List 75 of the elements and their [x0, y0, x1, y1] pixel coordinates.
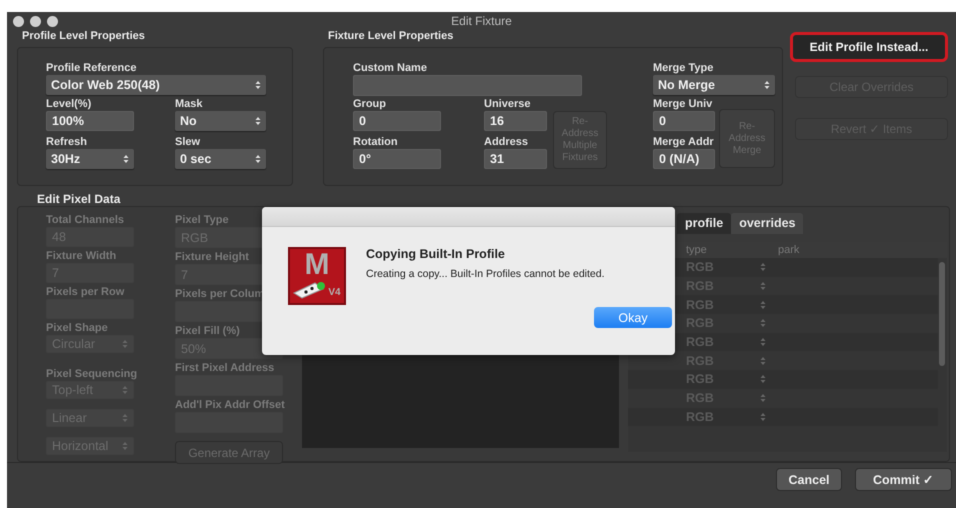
scrollbar-thumb[interactable] — [939, 262, 945, 366]
window-title: Edit Fixture — [451, 14, 512, 28]
input-field[interactable]: 100% — [46, 111, 134, 131]
dropdown[interactable]: No Merge — [653, 75, 775, 95]
field-label: Pixel Shape — [46, 321, 109, 335]
field-label: Profile Reference — [46, 61, 138, 75]
stepper-icon — [255, 154, 261, 164]
stepper-icon — [760, 393, 766, 404]
column-header: type — [686, 244, 708, 256]
stepper-icon — [760, 262, 766, 272]
input-field[interactable]: 0 — [653, 111, 715, 131]
field-label: Merge Type — [653, 61, 714, 75]
input-field[interactable]: 0 (N/A) — [653, 149, 715, 169]
field-label: Total Channels — [46, 213, 126, 227]
field-label: Mask — [175, 97, 204, 111]
stepper-icon — [760, 374, 766, 384]
tab[interactable]: profile — [677, 213, 732, 234]
stepper-icon — [123, 154, 129, 164]
window-control[interactable] — [47, 16, 58, 26]
column-header: park — [778, 244, 800, 256]
dropdown[interactable]: Color Web 250(48) — [46, 75, 266, 95]
stepper-icon — [760, 281, 766, 292]
field-label: Merge Univ — [653, 97, 714, 111]
group-heading: Profile Level Properties — [21, 30, 146, 43]
group-heading: Edit Pixel Data — [36, 193, 122, 206]
stepper-icon — [760, 318, 766, 328]
dropdown[interactable]: No — [175, 111, 266, 131]
field-label: Add'l Pix Addr Offset — [175, 398, 283, 412]
stepper-icon — [760, 337, 766, 348]
stepper-icon — [760, 356, 766, 366]
field-label: Fixture Width — [46, 249, 118, 263]
dialog-message: Creating a copy... Built-In Profiles cannot be edited. — [366, 268, 605, 280]
stepper-icon — [255, 80, 261, 90]
stepper-icon — [760, 412, 766, 422]
input-field[interactable]: 16 — [484, 111, 547, 131]
field-label: Pixels per Row — [46, 285, 126, 299]
tab[interactable]: overrides — [731, 213, 804, 234]
input-field[interactable] — [353, 75, 582, 96]
input-field[interactable]: 31 — [484, 149, 547, 169]
field-label: Rotation — [353, 135, 399, 149]
field-label: Level(%) — [46, 97, 92, 111]
stepper-icon — [122, 339, 128, 349]
field-label: Merge Addr — [653, 135, 715, 149]
field-label: Fixture Height — [175, 250, 250, 264]
field-label: Pixel Type — [175, 213, 230, 227]
input-field[interactable]: 0° — [353, 149, 441, 169]
field-label: Address — [484, 135, 530, 149]
window-control[interactable] — [30, 16, 41, 26]
field-label: Universe — [484, 97, 532, 111]
field-label: First Pixel Address — [175, 361, 276, 375]
dropdown[interactable]: 0 sec — [175, 149, 266, 169]
input-field[interactable]: 0 — [353, 111, 441, 131]
group-heading: Fixture Level Properties — [327, 30, 454, 43]
field-label: Custom Name — [353, 61, 428, 75]
dialog-title: Copying Built-In Profile — [366, 247, 505, 261]
okay-button[interactable]: Okay — [594, 307, 672, 328]
stepper-icon — [764, 80, 770, 90]
logo-label: V4 — [328, 287, 341, 299]
side-button[interactable]: Edit Profile Instead... — [790, 32, 948, 62]
window-control[interactable] — [13, 16, 24, 26]
stepper-icon — [122, 441, 128, 451]
stepper-icon — [760, 300, 766, 310]
field-label: Pixel Fill (%) — [175, 324, 241, 338]
field-label: Pixel Sequencing — [46, 367, 134, 381]
stepper-icon — [122, 413, 128, 423]
dropdown[interactable]: 30Hz — [46, 149, 134, 169]
field-label: Slew — [175, 135, 202, 149]
logo-letter: M — [304, 249, 330, 281]
stepper-icon — [255, 116, 261, 126]
stepper-icon — [122, 385, 128, 395]
domino-icon — [293, 281, 328, 299]
field-label: Refresh — [46, 135, 88, 149]
field-label: Group — [353, 97, 387, 111]
cancel-button[interactable]: Cancel — [776, 468, 842, 491]
commit-button[interactable]: Commit ✓ — [855, 468, 952, 491]
